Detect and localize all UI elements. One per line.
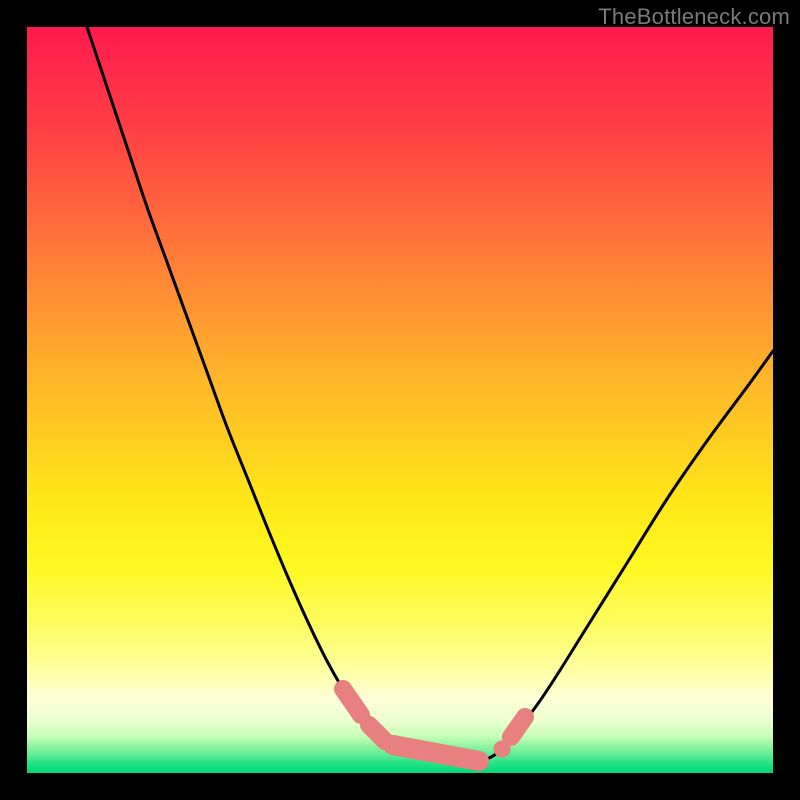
curve-marker-capsule xyxy=(393,745,479,761)
bottleneck-curve xyxy=(87,27,773,763)
chart-svg xyxy=(27,27,773,773)
curve-markers xyxy=(343,689,525,761)
chart-plot-area xyxy=(27,27,773,773)
curve-marker-capsule xyxy=(343,689,361,715)
watermark-text: TheBottleneck.com xyxy=(598,4,790,30)
curve-marker-capsule xyxy=(369,725,385,741)
curve-marker-capsule xyxy=(511,717,525,737)
chart-frame: TheBottleneck.com xyxy=(0,0,800,800)
